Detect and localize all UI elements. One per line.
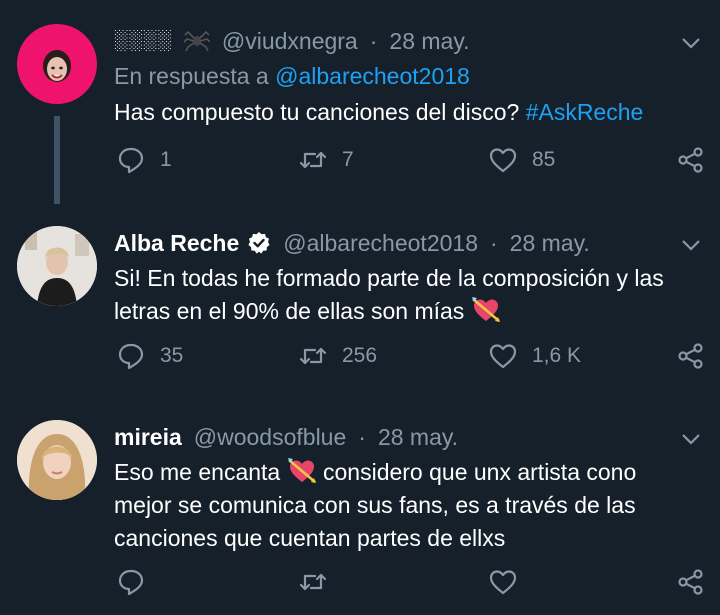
handle[interactable]: @albarecheot2018 — [283, 230, 478, 257]
like-icon — [489, 148, 517, 173]
tweet-text-line-emoji: Eso me encanta considero que unx artista… — [114, 456, 706, 489]
heart-arrow-emoji-icon — [471, 297, 500, 322]
tweet-text-line-emoji: letras en el 90% de ellas son mías — [114, 295, 706, 328]
reply-context: En respuesta a @albarecheot2018 — [114, 60, 706, 93]
tweet-date[interactable]: 28 may. — [510, 230, 590, 257]
reply-button[interactable]: 1 — [116, 142, 172, 178]
avatar[interactable] — [17, 226, 97, 306]
like-button[interactable]: 85 — [488, 142, 555, 178]
reply-count: 35 — [160, 344, 184, 367]
tweet-text: Si! En todas he formado parte de la comp… — [114, 262, 706, 328]
like-icon — [489, 344, 517, 369]
tweet-header: Alba Reche @albarecheot2018 · 28 may. — [114, 226, 680, 260]
separator-dot: · — [489, 229, 498, 256]
avatar-photo-icon — [17, 420, 97, 500]
heart-arrow-emoji-icon — [287, 458, 316, 483]
like-count: 1,6 K — [532, 344, 582, 367]
share-button[interactable] — [676, 564, 706, 600]
tweet-text-content: Has compuesto tu canciones del disco? — [114, 99, 520, 125]
tweet-text-line: letras en el 90% de ellas son mías — [114, 298, 465, 324]
tweet-1[interactable]: ░░░░ @viudxnegra · 28 may. En respuesta … — [0, 24, 720, 209]
display-name[interactable]: ░░░░ — [114, 30, 172, 52]
tweet-date[interactable]: 28 may. — [378, 424, 458, 451]
share-button[interactable] — [676, 142, 706, 178]
share-icon — [678, 569, 703, 595]
reply-icon — [118, 569, 144, 596]
chevron-down-icon[interactable] — [680, 234, 702, 256]
avatar[interactable] — [17, 420, 97, 500]
chevron-down-icon[interactable] — [680, 428, 702, 450]
tweet-text-line: canciones que cuentan partes de ellxs — [114, 525, 506, 551]
avatar-face-icon — [43, 50, 71, 82]
separator-dot: · — [369, 27, 378, 54]
reply-button[interactable] — [116, 564, 146, 600]
hashtag-link[interactable]: #AskReche — [526, 99, 644, 125]
like-icon — [489, 570, 517, 595]
tweet-text: Has compuesto tu canciones del disco? #A… — [114, 96, 706, 129]
tweet-text-line: considero que unx artista cono — [323, 459, 637, 485]
spider-icon — [183, 30, 210, 52]
tweet-2[interactable]: Alba Reche @albarecheot2018 · 28 may. Si… — [0, 226, 720, 406]
retweet-icon — [299, 573, 327, 591]
tweet-text-line: Si! En todas he formado parte de la comp… — [114, 265, 664, 291]
tweet-text-line: mejor se comunica con sus fans, es a tra… — [114, 492, 636, 518]
tweet-actions — [0, 564, 720, 600]
avatar-photo-icon — [17, 226, 97, 306]
retweet-button[interactable] — [298, 564, 328, 600]
retweet-icon — [299, 347, 327, 365]
retweet-button[interactable]: 7 — [298, 142, 354, 178]
retweet-icon — [299, 151, 327, 169]
reply-prefix: En respuesta a — [114, 63, 269, 89]
verified-badge-icon — [248, 232, 270, 254]
tweet-header: ░░░░ @viudxnegra · 28 may. — [114, 24, 680, 58]
reply-button[interactable]: 35 — [116, 338, 183, 374]
tweet-text: Eso me encanta considero que unx artista… — [114, 456, 706, 555]
like-count: 85 — [532, 148, 556, 171]
display-name[interactable]: Alba Reche — [114, 230, 239, 257]
share-icon — [678, 147, 703, 173]
tweet-3[interactable]: mireia @woodsofblue · 28 may. Eso me enc… — [0, 420, 720, 615]
tweet-date[interactable]: 28 may. — [389, 28, 469, 55]
handle[interactable]: @woodsofblue — [194, 424, 347, 451]
tweet-header: mireia @woodsofblue · 28 may. — [114, 420, 680, 454]
tweet-text-line: Eso me encanta — [114, 459, 281, 485]
tweet-actions: 1 7 85 — [0, 142, 720, 178]
tweet-actions: 35 256 1,6 K — [0, 338, 720, 374]
retweet-count: 7 — [342, 148, 354, 171]
share-button[interactable] — [676, 338, 706, 374]
reply-count: 1 — [160, 148, 172, 171]
reply-icon — [118, 343, 144, 370]
like-button[interactable]: 1,6 K — [488, 338, 581, 374]
separator-dot: · — [358, 423, 366, 450]
handle[interactable]: @viudxnegra — [222, 28, 358, 55]
avatar[interactable] — [17, 24, 97, 104]
reply-icon — [118, 147, 144, 174]
reply-handle-link[interactable]: @albarecheot2018 — [275, 63, 470, 89]
chevron-down-icon[interactable] — [680, 32, 702, 54]
display-name[interactable]: mireia — [114, 424, 182, 451]
retweet-button[interactable]: 256 — [298, 338, 377, 374]
share-icon — [678, 343, 703, 369]
retweet-count: 256 — [342, 344, 378, 367]
like-button[interactable] — [488, 564, 518, 600]
